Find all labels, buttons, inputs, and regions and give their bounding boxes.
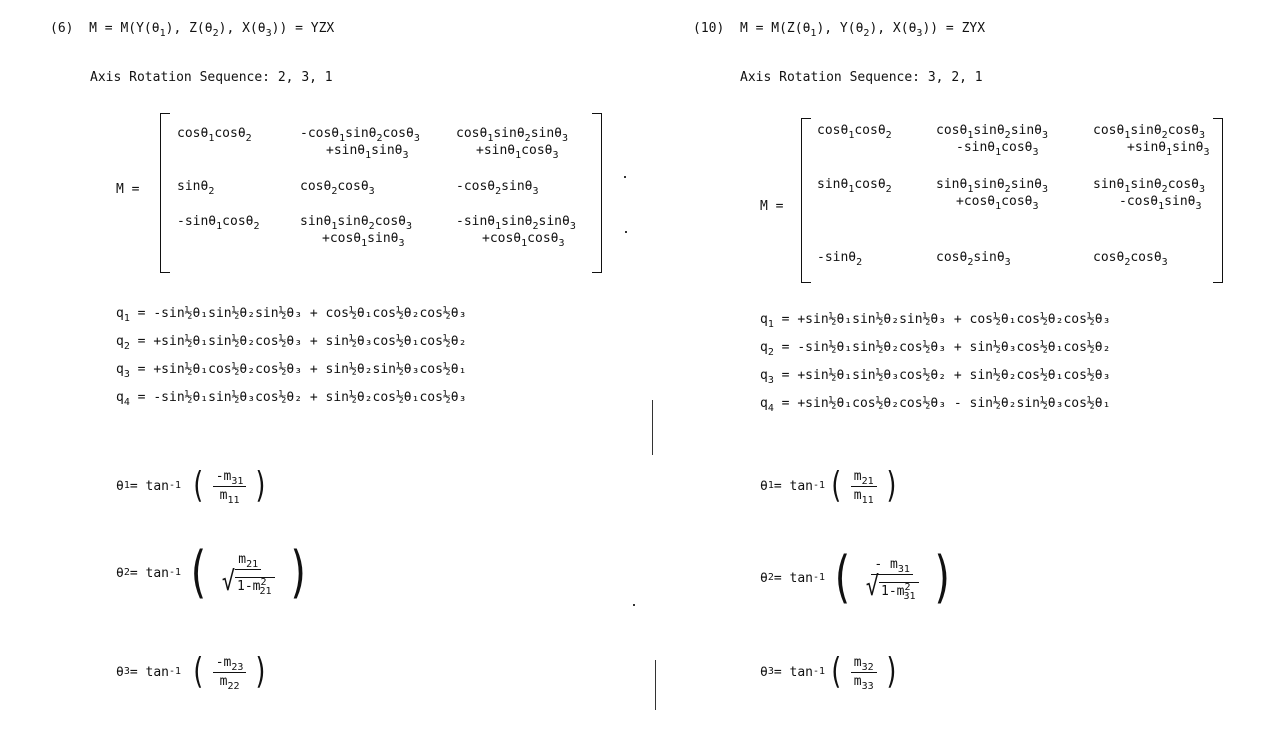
matrix-cell: sinθ1sinθ2cosθ3 +cosθ1sinθ3 xyxy=(300,214,413,249)
matrix-cell: -sinθ2 xyxy=(817,250,863,268)
right-bracket xyxy=(592,113,602,273)
quaternion-q2: q2 = -sin½θ₁sin½θ₂cos½θ₃ + sin½θ₃cos½θ₁c… xyxy=(760,340,1111,358)
fraction: m21 √ 1-m221 xyxy=(219,552,278,597)
scan-speck xyxy=(625,231,627,233)
matrix-cell: cosθ1cosθ2 xyxy=(177,126,252,144)
sqrt-icon: √ xyxy=(865,571,880,602)
theta1-equation: θ1 = tan -1 ( -m31 m11 ) xyxy=(116,465,269,506)
matrix-label: M = xyxy=(760,199,784,214)
fraction: m32 m33 xyxy=(850,655,877,691)
matrix-cell: cosθ1sinθ2sinθ3 +sinθ1cosθ3 xyxy=(456,126,569,161)
matrix-cell: cosθ1cosθ2 xyxy=(817,123,892,141)
heading-10: (10) M = M(Z(θ1), Y(θ2), X(θ3)) = ZYX xyxy=(693,21,986,39)
axis-rotation-sequence: Axis Rotation Sequence: 3, 2, 1 xyxy=(740,70,983,85)
matrix-cell: cosθ2sinθ3 xyxy=(936,250,1011,268)
quaternion-q4: q4 = -sin½θ₁sin½θ₃cos½θ₂ + sin½θ₂cos½θ₁c… xyxy=(116,390,467,408)
matrix-cell: -cosθ1sinθ2cosθ3 +sinθ1sinθ3 xyxy=(300,126,420,161)
equation-set-6: (6) M = M(Y(θ1), Z(θ2), X(θ3)) = YZX Axi… xyxy=(0,0,656,746)
axis-rotation-sequence: Axis Rotation Sequence: 2, 3, 1 xyxy=(90,70,333,85)
quaternion-q4: q4 = +sin½θ₁cos½θ₂cos½θ₃ - sin½θ₂sin½θ₃c… xyxy=(760,396,1111,414)
theta3-equation: θ3 = tan -1 ( -m23 m22 ) xyxy=(116,651,269,692)
right-bracket xyxy=(1213,118,1223,283)
fraction: -m23 m22 xyxy=(212,655,247,691)
fraction: m21 m11 xyxy=(850,469,877,505)
fraction: - m31 √ 1-m231 xyxy=(863,557,922,602)
matrix-cell: -cosθ2sinθ3 xyxy=(456,179,539,197)
rotation-matrix: cosθ1cosθ2 -cosθ1sinθ2cosθ3 +sinθ1sinθ3 … xyxy=(160,113,602,273)
quaternion-q1: q1 = +sin½θ₁sin½θ₂sin½θ₃ + cos½θ₁cos½θ₂c… xyxy=(760,312,1111,330)
theta2-equation: θ2 = tan -1 ( m21 √ 1-m221 ) xyxy=(116,540,311,605)
matrix-label: M = xyxy=(116,182,140,197)
theta1-equation: θ1 = tan -1 ( m21 m11 ) xyxy=(760,465,900,506)
quaternion-q3: q3 = +sin½θ₁sin½θ₃cos½θ₂ + sin½θ₂cos½θ₁c… xyxy=(760,368,1111,386)
left-bracket xyxy=(801,118,811,283)
theta2-equation: θ2 = tan -1 ( - m31 √ 1-m231 ) xyxy=(760,545,955,610)
quaternion-q3: q3 = +sin½θ₁cos½θ₂cos½θ₃ + sin½θ₂sin½θ₃c… xyxy=(116,362,467,380)
heading-6: (6) M = M(Y(θ1), Z(θ2), X(θ3)) = YZX xyxy=(50,21,335,39)
equation-set-10: (10) M = M(Z(θ1), Y(θ2), X(θ3)) = ZYX Ax… xyxy=(635,0,1270,746)
matrix-cell: sinθ1sinθ2sinθ3 +cosθ1cosθ3 xyxy=(936,177,1049,212)
rotation-matrix: cosθ1cosθ2 cosθ1sinθ2sinθ3 -sinθ1cosθ3 c… xyxy=(801,118,1223,283)
matrix-cell: -sinθ1sinθ2sinθ3 +cosθ1cosθ3 xyxy=(456,214,576,249)
matrix-cell: sinθ1sinθ2cosθ3 -cosθ1sinθ3 xyxy=(1093,177,1206,212)
matrix-cell: cosθ1sinθ2cosθ3 +sinθ1sinθ3 xyxy=(1093,123,1210,158)
matrix-cell: -sinθ1cosθ2 xyxy=(177,214,260,232)
quaternion-q1: q1 = -sin½θ₁sin½θ₂sin½θ₃ + cos½θ₁cos½θ₂c… xyxy=(116,306,467,324)
matrix-cell: sinθ2 xyxy=(177,179,215,197)
scan-speck xyxy=(624,176,626,178)
sqrt-icon: √ xyxy=(221,566,236,597)
matrix-cell: cosθ2cosθ3 xyxy=(300,179,375,197)
matrix-cell: cosθ2cosθ3 xyxy=(1093,250,1168,268)
left-bracket xyxy=(160,113,170,273)
quaternion-q2: q2 = +sin½θ₁sin½θ₂cos½θ₃ + sin½θ₃cos½θ₁c… xyxy=(116,334,467,352)
theta3-equation: θ3 = tan -1 ( m32 m33 ) xyxy=(760,651,900,692)
matrix-cell: sinθ1cosθ2 xyxy=(817,177,892,195)
fraction: -m31 m11 xyxy=(212,469,247,505)
matrix-cell: cosθ1sinθ2sinθ3 -sinθ1cosθ3 xyxy=(936,123,1049,158)
